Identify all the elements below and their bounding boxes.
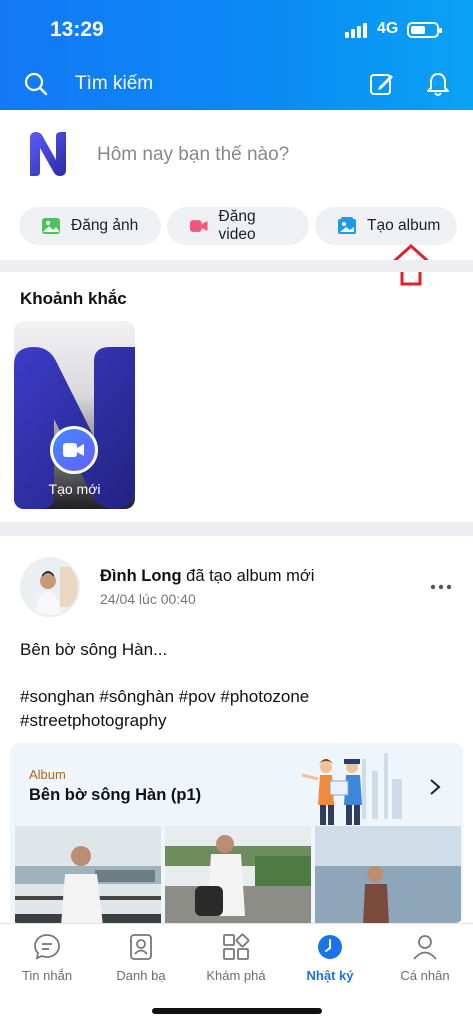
- signal-icon: [345, 23, 367, 38]
- contacts-icon: [130, 934, 152, 960]
- status-time: 13:29: [50, 18, 104, 41]
- album-kicker: Album: [29, 767, 66, 782]
- video-icon: [189, 220, 208, 232]
- compose-icon[interactable]: [368, 70, 396, 98]
- post-photo-button[interactable]: Đăng ảnh: [19, 207, 161, 245]
- post-author-line: Đình Long đã tạo album mới: [100, 567, 314, 586]
- post-video-button[interactable]: Đăng video: [167, 207, 309, 245]
- search-placeholder[interactable]: Tìm kiếm: [75, 73, 153, 95]
- create-album-label: Tạo album: [367, 217, 441, 234]
- post-composer: Hôm nay bạn thế nào? Đăng ảnh Đăng video: [0, 110, 473, 260]
- nav-messages-label: Tin nhắn: [21, 968, 73, 983]
- person-icon: [413, 935, 437, 960]
- nav-explore[interactable]: Khám phá: [189, 932, 283, 983]
- album-photo[interactable]: [315, 826, 461, 923]
- clock-icon: [318, 935, 342, 959]
- composer-actions: Đăng ảnh Đăng video Tạo album: [19, 207, 457, 245]
- album-icon: [338, 217, 356, 234]
- album-photos: [15, 826, 461, 923]
- album-photo[interactable]: [165, 826, 311, 923]
- post-hashtags[interactable]: #streetphotography: [20, 709, 167, 733]
- nav-contacts-label: Danh bạ: [116, 968, 166, 983]
- nav-contacts[interactable]: Danh bạ: [94, 932, 188, 983]
- author-name[interactable]: Đình Long: [100, 567, 182, 585]
- home-indicator: [152, 1008, 322, 1014]
- network-label: 4G: [377, 20, 399, 37]
- nav-timeline[interactable]: Nhật ký: [283, 932, 377, 983]
- photo-icon: [42, 218, 60, 234]
- post-caption: Bên bờ sông Hàn...: [20, 640, 168, 659]
- status-prompt-input[interactable]: Hôm nay bạn thế nào?: [97, 144, 289, 166]
- post-action: đã tạo album mới: [186, 567, 315, 585]
- post-timestamp: 24/04 lúc 00:40: [100, 591, 196, 607]
- battery-icon: [407, 22, 442, 38]
- create-album-button[interactable]: Tạo album: [315, 207, 457, 245]
- record-video-icon: [50, 426, 98, 474]
- more-options-icon[interactable]: [430, 584, 452, 590]
- notification-bell-icon[interactable]: [424, 70, 452, 98]
- section-divider: [0, 522, 473, 536]
- album-preview-card[interactable]: Album Bên bờ sông Hàn (p1): [10, 743, 463, 923]
- status-bar: 13:29 4G: [0, 18, 473, 46]
- search-bar[interactable]: Tìm kiếm: [0, 62, 473, 106]
- post-hashtags[interactable]: #songhan #sônghàn #pov #photozone: [20, 685, 309, 709]
- album-name[interactable]: Bên bờ sông Hàn (p1): [29, 786, 201, 805]
- album-photo[interactable]: [15, 826, 161, 923]
- create-moment-card[interactable]: Tạo mới: [14, 321, 135, 509]
- section-divider: [0, 260, 473, 272]
- explore-icon: [223, 933, 250, 960]
- chat-icon: [34, 934, 60, 960]
- post-video-label: Đăng video: [218, 208, 256, 243]
- moments-title: Khoảnh khắc: [20, 289, 127, 308]
- search-icon[interactable]: [24, 72, 48, 96]
- nav-messages[interactable]: Tin nhắn: [0, 932, 94, 983]
- create-new-label: Tạo mới: [48, 481, 101, 497]
- nav-timeline-label: Nhật ký: [306, 968, 354, 983]
- user-avatar-logo[interactable]: [26, 130, 70, 178]
- nav-profile-label: Cá nhân: [400, 968, 450, 983]
- author-avatar[interactable]: [20, 557, 80, 617]
- chevron-right-icon[interactable]: [428, 777, 442, 797]
- travelers-illustration: [272, 749, 412, 829]
- top-header: 13:29 4G Tìm kiếm: [0, 0, 473, 110]
- post-photo-label: Đăng ảnh: [71, 217, 139, 234]
- nav-profile[interactable]: Cá nhân: [378, 932, 472, 983]
- nav-explore-label: Khám phá: [206, 968, 266, 983]
